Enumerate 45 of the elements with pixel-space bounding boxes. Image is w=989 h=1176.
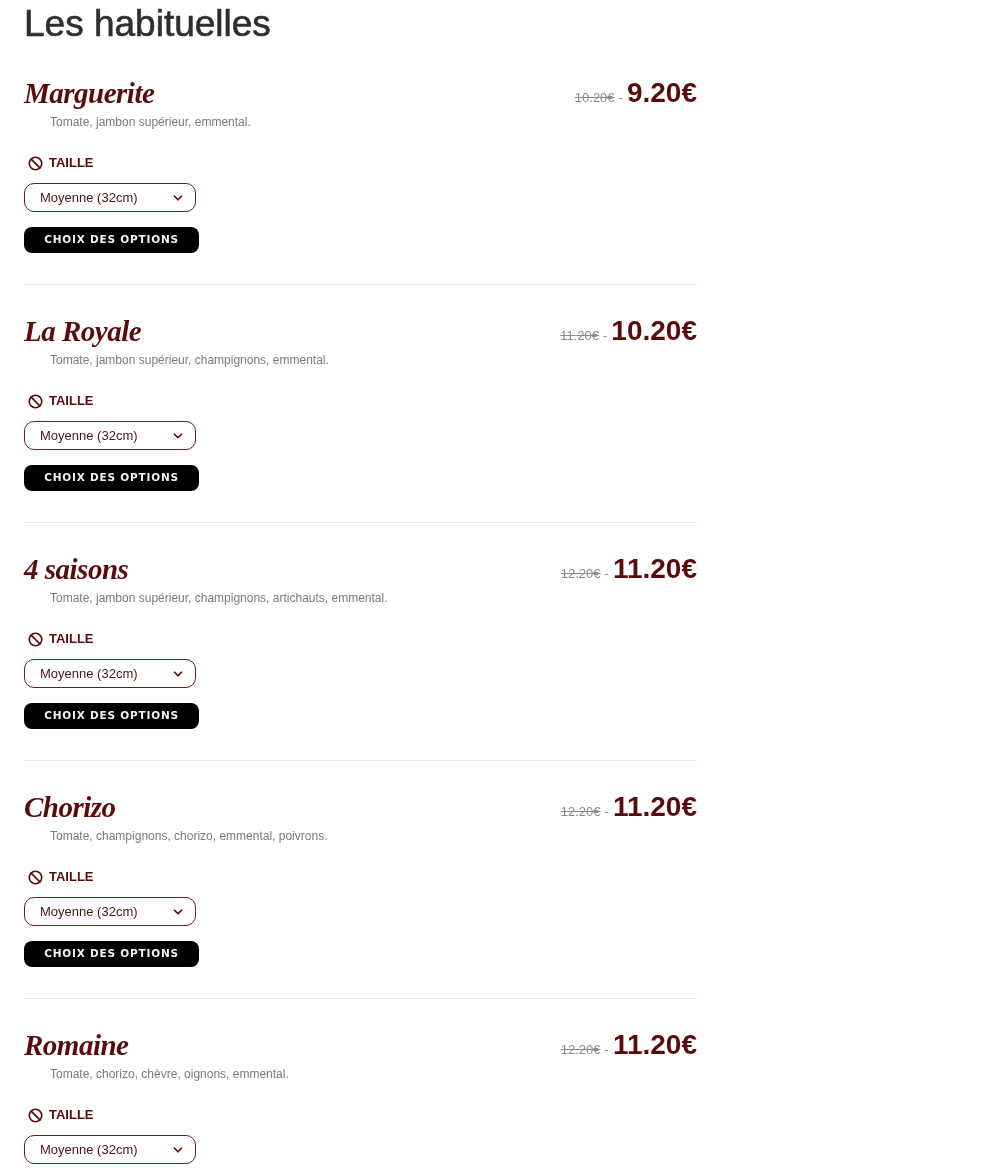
size-label: TAILLE (49, 632, 94, 646)
size-select[interactable]: Moyenne (32cm) (24, 183, 196, 212)
old-price: 12.20€ (560, 565, 601, 583)
current-price: 11.20€ (612, 791, 697, 823)
size-label: TAILLE (49, 1108, 94, 1122)
current-price: 11.20€ (612, 553, 697, 585)
options-button[interactable]: CHOIX DES OPTIONS (24, 465, 199, 491)
size-select[interactable]: Moyenne (32cm) (24, 421, 196, 450)
old-price: 10.20€ (574, 89, 615, 107)
pizza-name: Chorizo (24, 791, 116, 823)
options-button[interactable]: CHOIX DES OPTIONS (24, 227, 199, 253)
pizza-name: 4 saisons (24, 553, 129, 585)
ban-icon (28, 1107, 43, 1123)
old-price: 12.20€ (560, 1041, 601, 1059)
ingredients-text: Tomate, jambon supérieur, champignons, emmental. (50, 353, 329, 367)
pizza-name: Romaine (24, 1029, 129, 1061)
size-label: TAILLE (49, 394, 94, 408)
price-separator: - (618, 89, 623, 107)
size-label: TAILLE (49, 156, 94, 170)
current-price: 11.20€ (612, 1029, 697, 1061)
ingredients-text: Tomate, jambon supérieur, emmental. (50, 115, 251, 129)
pizza-name: Marguerite (24, 77, 155, 109)
ban-icon (28, 631, 43, 647)
current-price: 9.20€ (626, 77, 697, 109)
price-separator: - (604, 803, 609, 821)
price-separator: - (603, 327, 608, 345)
ingredients-text: Tomate, champignons, chorizo, emmental, poivrons. (50, 829, 328, 843)
ingredients-text: Tomate, jambon supérieur, champignons, artichauts, emmental. (50, 591, 388, 605)
section-title: Les habituelles (24, 1, 271, 46)
old-price: 12.20€ (560, 803, 601, 821)
size-select[interactable]: Moyenne (32cm) (24, 659, 196, 688)
ban-icon (28, 869, 43, 885)
size-label: TAILLE (49, 870, 94, 884)
old-price: 11.20€ (560, 327, 599, 345)
size-select[interactable]: Moyenne (32cm) (24, 1135, 196, 1164)
ban-icon (28, 393, 43, 409)
ingredients-text: Tomate, chorizo, chèvre, oignons, emmental. (50, 1067, 289, 1081)
current-price: 10.20€ (611, 315, 697, 347)
options-button[interactable]: CHOIX DES OPTIONS (24, 941, 199, 967)
options-button[interactable]: CHOIX DES OPTIONS (24, 703, 199, 729)
ban-icon (28, 155, 43, 171)
price-separator: - (604, 565, 609, 583)
pizza-name: La Royale (24, 315, 142, 347)
size-select[interactable]: Moyenne (32cm) (24, 897, 196, 926)
price-separator: - (604, 1041, 609, 1059)
